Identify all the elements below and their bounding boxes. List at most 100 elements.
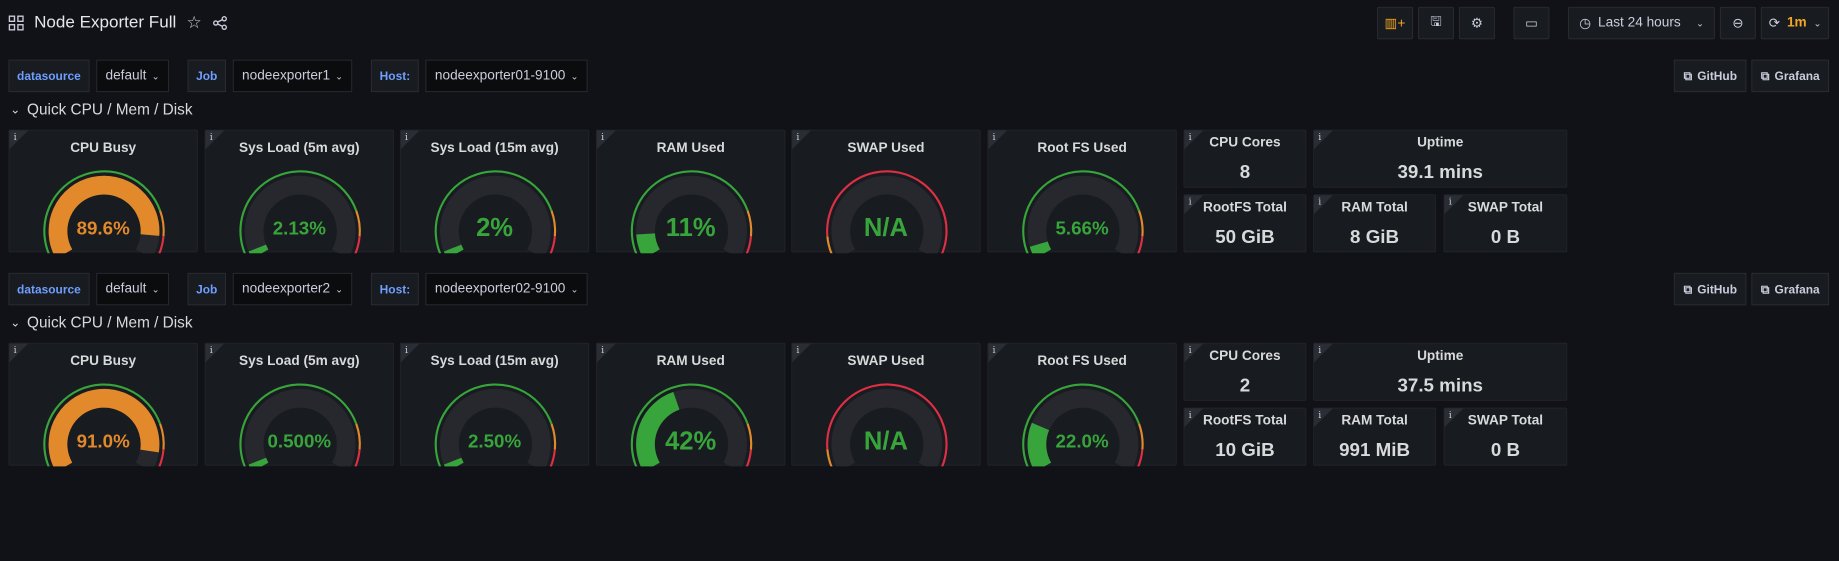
gauge-panel[interactable]: i Sys Load (5m avg) 2.13% (204, 129, 394, 254)
dashboard-title[interactable]: Node Exporter Full (34, 13, 176, 33)
gauge-arc (43, 383, 165, 467)
panel-title: SWAP Used (847, 140, 925, 156)
refresh-interval[interactable]: 1m (1787, 15, 1807, 30)
panel-title: Sys Load (15m avg) (430, 140, 559, 156)
apps-icon[interactable] (8, 15, 24, 31)
panel-title: RAM Total (1341, 413, 1408, 429)
link-github[interactable]: ⧉ GitHub (1674, 272, 1747, 306)
stat-panel[interactable]: i RootFS Total 10 GiB (1183, 407, 1307, 466)
link-grafana[interactable]: ⧉ Grafana (1751, 59, 1830, 93)
gauge-panel[interactable]: i CPU Busy 89.6% (8, 129, 198, 254)
row-title[interactable]: ⌄ Quick CPU / Mem / Disk (10, 101, 192, 119)
chevron-down-icon: ⌄ (335, 284, 344, 295)
top-bar: Node Exporter Full ☆ ▥+ 🖫 ⚙ ▭ ◷ Last 24 … (0, 0, 1839, 44)
gauge-panel[interactable]: i Root FS Used 5.66% (987, 129, 1177, 254)
panel-title: RAM Used (656, 353, 725, 369)
row-title[interactable]: ⌄ Quick CPU / Mem / Disk (10, 314, 192, 332)
gauge-value: 2% (476, 214, 514, 243)
time-range-label: Last 24 hours (1598, 15, 1681, 30)
gauge-value: N/A (863, 427, 908, 456)
gauge-arc (239, 383, 361, 467)
stat-panel[interactable]: i RootFS Total 50 GiB (1183, 194, 1307, 253)
clock-icon: ◷ (1579, 16, 1592, 31)
refresh-button[interactable]: ⟳ 1m ⌄ (1761, 6, 1830, 40)
chevron-down-icon: ⌄ (335, 71, 344, 82)
gauge-value: N/A (863, 214, 908, 243)
host-variable-label: Host: (371, 59, 419, 93)
tv-mode-button[interactable]: ▭ (1513, 6, 1550, 40)
stat-panel[interactable]: i Uptime 39.1 mins (1313, 129, 1568, 188)
panel-title: CPU Cores (1209, 348, 1281, 364)
stat-value: 10 GiB (1215, 439, 1275, 461)
link-grafana[interactable]: ⧉ Grafana (1751, 272, 1830, 306)
external-link-icon: ⧉ (1760, 68, 1770, 83)
time-picker[interactable]: ◷ Last 24 hours ⌄ (1568, 6, 1715, 40)
host-variable-value: nodeexporter02-9100 (434, 281, 566, 296)
gauge-arc (1022, 383, 1144, 467)
job-variable-value: nodeexporter1 (242, 68, 331, 83)
gauge-panel[interactable]: i Root FS Used 22.0% (987, 342, 1177, 467)
stat-panel[interactable]: i RAM Total 991 MiB (1313, 407, 1436, 466)
stat-panel[interactable]: i CPU Cores 8 (1183, 129, 1307, 188)
dashboard-links: ⧉ GitHub ⧉ Grafana (1674, 272, 1830, 306)
gauge-panel[interactable]: i SWAP Used N/A (791, 342, 981, 467)
host-variable-select[interactable]: nodeexporter02-9100 ⌄ (425, 272, 588, 306)
chevron-down-icon: ⌄ (10, 315, 21, 330)
job-variable-select[interactable]: nodeexporter2 ⌄ (232, 272, 353, 306)
job-variable-label: Job (187, 59, 226, 93)
save-button[interactable]: 🖫 (1418, 6, 1454, 40)
stat-value: 991 MiB (1339, 439, 1411, 461)
gauge-value: 91.0% (76, 430, 130, 452)
share-icon[interactable] (212, 15, 227, 30)
link-github[interactable]: ⧉ GitHub (1674, 59, 1747, 93)
external-link-icon: ⧉ (1760, 281, 1770, 296)
stat-value: 0 B (1490, 225, 1521, 248)
stat-value: 37.5 mins (1397, 374, 1483, 396)
chevron-down-icon: ⌄ (151, 284, 160, 295)
gauge-panel[interactable]: i Sys Load (15m avg) 2% (399, 129, 590, 254)
stat-panel[interactable]: i Uptime 37.5 mins (1313, 342, 1568, 401)
datasource-variable-select[interactable]: default ⌄ (96, 59, 169, 93)
gauge-panel[interactable]: i Sys Load (5m avg) 0.500% (204, 342, 394, 467)
save-icon: 🖫 (1430, 14, 1442, 29)
gauge-value: 2.13% (272, 217, 326, 239)
add-panel-button[interactable]: ▥+ (1376, 6, 1414, 40)
panel-title: Sys Load (5m avg) (239, 140, 360, 156)
row-title-text: Quick CPU / Mem / Disk (27, 313, 193, 331)
stat-panel[interactable]: i RAM Total 8 GiB (1313, 194, 1436, 253)
row-title-text: Quick CPU / Mem / Disk (27, 100, 193, 118)
job-variable-select[interactable]: nodeexporter1 ⌄ (232, 59, 353, 93)
link-label: GitHub (1697, 69, 1738, 83)
gauge-panel[interactable]: i Sys Load (15m avg) 2.50% (399, 342, 590, 467)
host-variable-select[interactable]: nodeexporter01-9100 ⌄ (425, 59, 588, 93)
gauge-arc (239, 170, 361, 254)
link-label: GitHub (1697, 282, 1738, 296)
stat-value: 0 B (1490, 439, 1521, 461)
star-icon[interactable]: ☆ (187, 12, 202, 33)
stat-panel[interactable]: i SWAP Total 0 B (1443, 407, 1568, 466)
variables-row: datasource default ⌄ Job nodeexporter2 ⌄ Host:… (8, 272, 588, 306)
external-link-icon: ⧉ (1683, 68, 1693, 83)
gauge-panel[interactable]: i CPU Busy 91.0% (8, 342, 198, 467)
link-label: Grafana (1774, 282, 1820, 296)
panel-title: Sys Load (15m avg) (430, 353, 559, 369)
gauge-arc (434, 383, 557, 467)
host-variable-label: Host: (371, 272, 419, 306)
zoom-out-button[interactable]: ⊖ (1720, 6, 1756, 40)
panel-title: SWAP Used (847, 353, 925, 369)
gauge-value: 89.6% (76, 217, 130, 239)
stat-panel[interactable]: i CPU Cores 2 (1183, 342, 1307, 401)
settings-button[interactable]: ⚙ (1459, 6, 1495, 40)
stat-value: 8 (1239, 161, 1251, 183)
gauge-panel[interactable]: i RAM Used 11% (596, 129, 786, 254)
chevron-down-icon: ⌄ (570, 284, 579, 295)
gauge-arc (43, 170, 165, 254)
gauge-panel[interactable]: i SWAP Used N/A (791, 129, 981, 254)
gauge-panel[interactable]: i RAM Used 42% (596, 342, 786, 467)
panel-title: SWAP Total (1467, 413, 1544, 429)
gauge-value: 22.0% (1055, 430, 1109, 452)
chevron-down-icon: ⌄ (10, 102, 21, 116)
stat-panel[interactable]: i SWAP Total 0 B (1443, 194, 1568, 253)
gauge-value: 2.50% (467, 430, 522, 452)
datasource-variable-select[interactable]: default ⌄ (96, 272, 169, 306)
